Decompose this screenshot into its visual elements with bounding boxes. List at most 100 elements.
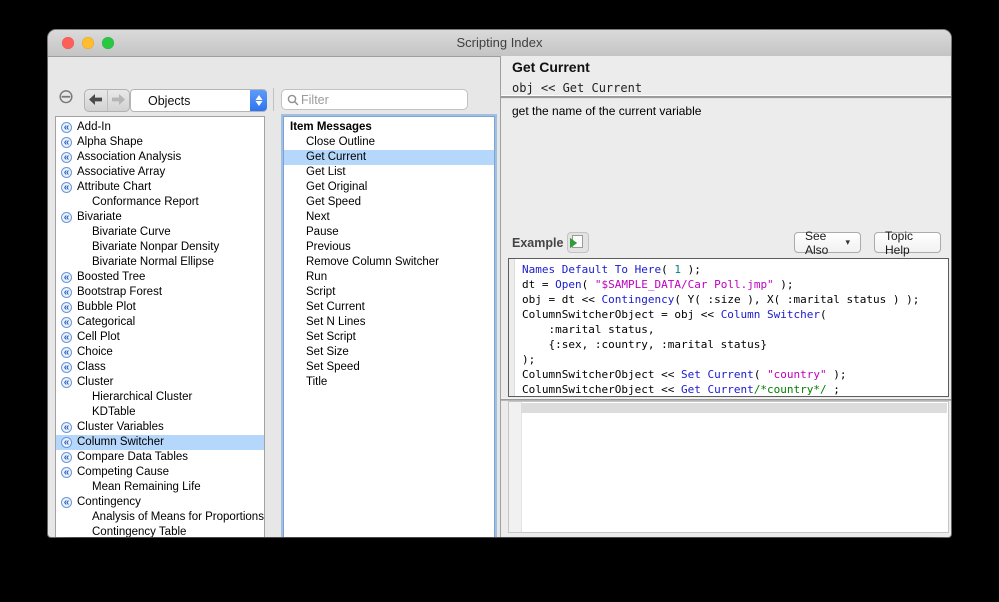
tree-row[interactable]: Bivariate Curve [56, 225, 264, 240]
run-example-button[interactable] [567, 232, 589, 253]
item-messages-header: Item Messages [290, 121, 372, 133]
code-line: ColumnSwitcherObject << Set Current( "co… [522, 368, 847, 381]
message-row[interactable]: Title [284, 375, 494, 390]
tree-row[interactable]: Conformance Report [56, 195, 264, 210]
category-dropdown[interactable]: Objects [130, 89, 267, 112]
tree-row[interactable]: Mean Remaining Life [56, 480, 264, 495]
message-row[interactable]: Set N Lines [284, 315, 494, 330]
forward-button[interactable] [108, 90, 130, 111]
message-row[interactable]: Run [284, 270, 494, 285]
message-row[interactable]: Get Current [284, 150, 494, 165]
filter-field[interactable] [281, 89, 468, 110]
message-row[interactable]: Get Speed [284, 195, 494, 210]
tree-row[interactable]: «Attribute Chart [56, 180, 264, 195]
expander-icon[interactable]: « [61, 301, 72, 313]
tree-row[interactable]: «Cell Plot [56, 330, 264, 345]
tree-row[interactable]: Hierarchical Cluster [56, 390, 264, 405]
tree-row[interactable]: «Bivariate [56, 210, 264, 225]
message-row[interactable]: Set Speed [284, 360, 494, 375]
message-row[interactable]: Set Current [284, 300, 494, 315]
message-row[interactable]: Pause [284, 225, 494, 240]
tree-row[interactable]: « Cluster Variables [56, 420, 264, 435]
tree-row[interactable]: «Bubble Plot [56, 300, 264, 315]
message-row[interactable]: Get List [284, 165, 494, 180]
message-row[interactable]: Get Original [284, 180, 494, 195]
expander-icon[interactable]: « [61, 166, 72, 178]
message-signature: obj << Get Current [512, 81, 643, 95]
code-text[interactable]: Names Default To Here( 1 ); dt = Open( "$… [515, 262, 948, 396]
item-messages-panel[interactable]: Item Messages Close Outline Get Current Get… [283, 116, 495, 537]
title-bar[interactable]: Scripting Index [48, 30, 951, 57]
message-row[interactable]: Set Script [284, 330, 494, 345]
tree-row[interactable]: «Class [56, 360, 264, 375]
tree-row[interactable]: «Categorical [56, 315, 264, 330]
tree-row-label: Column Switcher [77, 436, 164, 448]
message-row[interactable]: Set Size [284, 345, 494, 360]
see-also-label: See Also [805, 228, 829, 257]
expander-icon[interactable]: « [61, 496, 72, 508]
object-tree-panel[interactable]: «Add-In «Alpha Shape «Association Analysis… [55, 116, 265, 537]
embedded-log-pane[interactable] [508, 401, 949, 533]
tree-row-label: Competing Cause [77, 466, 170, 478]
expander-icon[interactable]: « [61, 271, 72, 283]
expander-icon[interactable]: « [61, 451, 72, 463]
tree-row[interactable]: « Compare Data Tables [56, 450, 264, 465]
expander-icon[interactable]: « [61, 346, 72, 358]
expander-icon[interactable]: « [61, 121, 72, 133]
tree-row-label: Hierarchical Cluster [92, 391, 193, 403]
message-row[interactable]: Previous [284, 240, 494, 255]
message-row[interactable]: Script [284, 285, 494, 300]
category-dropdown-value: Objects [148, 93, 191, 108]
expander-icon[interactable]: « [61, 136, 72, 148]
tree-row[interactable]: «Cluster [56, 375, 264, 390]
tree-row[interactable]: «Bootstrap Forest [56, 285, 264, 300]
expander-icon[interactable]: « [61, 331, 72, 343]
code-line: :marital status, [522, 323, 655, 336]
expander-icon[interactable]: « [61, 361, 72, 373]
topic-help-label: Topic Help [885, 228, 914, 257]
expander-icon[interactable]: « [61, 151, 72, 163]
tree-row[interactable]: « Column Switcher [56, 435, 264, 450]
expander-icon[interactable]: « [61, 376, 72, 388]
expander-icon[interactable]: « [61, 286, 72, 298]
tree-row-label: Bivariate Curve [92, 226, 171, 238]
filter-input[interactable] [299, 92, 467, 107]
back-button[interactable] [85, 90, 108, 111]
example-code-editor[interactable]: Names Default To Here( 1 ); dt = Open( "$… [508, 258, 949, 397]
caret-down-icon: ▾ [845, 237, 850, 247]
tree-row[interactable]: Bivariate Normal Ellipse [56, 255, 264, 270]
tree-row[interactable]: «Choice [56, 345, 264, 360]
tree-row[interactable]: « Association Analysis [56, 150, 264, 165]
tree-row[interactable]: «Alpha Shape [56, 135, 264, 150]
message-row[interactable]: Next [284, 210, 494, 225]
tree-row-label: Conformance Report [92, 196, 199, 208]
expander-icon[interactable]: « [61, 421, 72, 433]
tree-row[interactable]: «Contingency [56, 495, 264, 510]
topic-help-button[interactable]: Topic Help [874, 229, 941, 257]
see-also-button[interactable]: See Also ▾ [794, 229, 861, 257]
tree-row[interactable]: Contingency Table [56, 525, 264, 537]
collapse-all-button[interactable]: ⊖ [55, 86, 77, 108]
expander-icon[interactable]: « [61, 211, 72, 223]
tree-row-label: Bivariate Nonpar Density [92, 241, 220, 253]
tree-row[interactable]: «Add-In [56, 120, 264, 135]
tree-row-label: Analysis of Means for Proportions [92, 511, 264, 523]
window-title: Scripting Index [456, 35, 543, 50]
expander-icon[interactable]: « [61, 436, 72, 448]
code-line: {:sex, :country, :marital status} [522, 338, 768, 351]
tree-row[interactable]: « Competing Cause [56, 465, 264, 480]
message-row[interactable]: Remove Column Switcher [284, 255, 494, 270]
tree-row[interactable]: «Boosted Tree [56, 270, 264, 285]
description-area: get the name of the current variable [501, 99, 951, 228]
tree-row[interactable]: Analysis of Means for Proportions [56, 510, 264, 525]
code-line: obj = dt << Contingency( Y( :size ), X( … [522, 293, 920, 306]
tree-row[interactable]: « Associative Array [56, 165, 264, 180]
expander-icon[interactable]: « [61, 316, 72, 328]
message-row[interactable]: Close Outline [284, 135, 494, 150]
tree-row-label: Compare Data Tables [77, 451, 189, 463]
expander-icon[interactable]: « [61, 181, 72, 193]
tree-row[interactable]: Bivariate Nonpar Density [56, 240, 264, 255]
object-tree-list: «Add-In «Alpha Shape «Association Analysis… [56, 117, 264, 537]
expander-icon[interactable]: « [61, 466, 72, 478]
tree-row[interactable]: KDTable [56, 405, 264, 420]
